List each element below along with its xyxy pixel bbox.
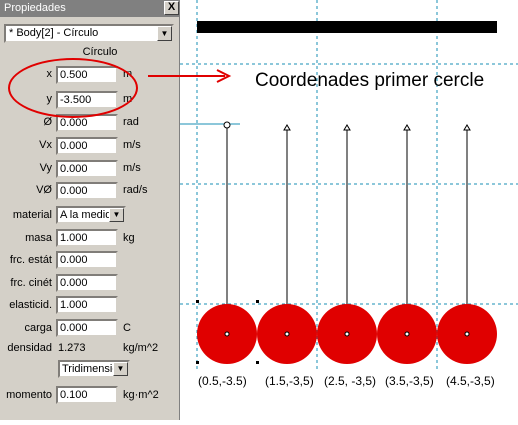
y-label: y	[46, 93, 53, 105]
coord-label-2: (1.5,-3,5)	[265, 374, 314, 388]
densidad-unit: kg/m^2	[123, 342, 159, 354]
masa-unit: kg	[123, 232, 135, 244]
carga-label: carga	[24, 322, 52, 334]
x-label: x	[46, 68, 53, 80]
close-icon: X	[167, 1, 176, 13]
x-field[interactable]: 0.500	[56, 66, 118, 84]
dimension-select[interactable]: Tridimensional ▼	[58, 360, 130, 378]
densidad-label: densidad	[7, 342, 52, 354]
carga-field[interactable]: 0.000	[56, 319, 118, 337]
vx-field[interactable]: 0.000	[56, 137, 118, 155]
close-button[interactable]: X	[164, 1, 179, 15]
vy-field[interactable]: 0.000	[56, 160, 118, 178]
angle-field[interactable]: 0.000	[56, 114, 118, 132]
pendulum-1[interactable]	[196, 121, 259, 364]
coord-label-4: (3.5,-3,5)	[385, 374, 434, 388]
angle-label: Ø	[43, 116, 52, 128]
panel-heading: Círculo	[82, 46, 118, 58]
chevron-down-icon[interactable]: ▼	[157, 26, 172, 41]
object-select[interactable]: * Body[2] - Círculo ▼	[4, 24, 174, 43]
elasticid-label: elasticid.	[9, 299, 52, 311]
vo-label: VØ	[36, 184, 52, 196]
momento-label: momento	[6, 389, 52, 401]
vx-label: Vx	[39, 139, 52, 151]
frc-cinet-label: frc. cinét	[10, 277, 52, 289]
annotation-text: Coordenades primer cercle	[255, 70, 485, 91]
momento-field[interactable]: 0.100	[56, 386, 118, 404]
angle-unit: rad	[123, 116, 139, 128]
vy-unit: m/s	[123, 162, 141, 174]
object-select-value: * Body[2] - Círculo	[9, 27, 99, 39]
pendulum-3[interactable]	[317, 124, 377, 364]
momento-unit: kg·m^2	[123, 389, 159, 401]
simulation-canvas[interactable]	[180, 0, 518, 420]
properties-panel: Propiedades X * Body[2] - Círculo ▼ Círc…	[0, 0, 180, 420]
pendulum-4[interactable]	[377, 124, 437, 364]
annotation-arrow	[148, 69, 232, 83]
vx-unit: m/s	[123, 139, 141, 151]
coord-label-1: (0.5,-3.5)	[198, 374, 247, 388]
y-unit: m	[123, 93, 133, 105]
frc-cinet-field[interactable]: 0.000	[56, 274, 118, 292]
chevron-down-icon[interactable]: ▼	[113, 362, 128, 376]
vy-label: Vy	[39, 162, 52, 174]
frc-estat-field[interactable]: 0.000	[56, 251, 118, 269]
pendulum-2[interactable]	[257, 124, 317, 364]
panel-title-bar[interactable]: Propiedades X	[0, 0, 180, 17]
material-label: material	[12, 209, 52, 221]
vo-unit: rad/s	[123, 184, 148, 196]
masa-label: masa	[25, 232, 52, 244]
vo-field[interactable]: 0.000	[56, 182, 118, 200]
densidad-value: 1.273	[58, 342, 86, 354]
canvas-drawing	[180, 0, 518, 370]
material-select[interactable]: A la medida ▼	[56, 206, 126, 224]
chevron-down-icon[interactable]: ▼	[109, 208, 124, 222]
ceiling-bar[interactable]	[197, 21, 497, 33]
coord-label-5: (4.5,-3,5)	[446, 374, 495, 388]
masa-field[interactable]: 1.000	[56, 229, 118, 247]
elasticid-field[interactable]: 1.000	[56, 296, 118, 314]
panel-title: Propiedades	[4, 2, 66, 14]
x-unit: m	[123, 68, 133, 80]
y-field[interactable]: -3.500	[56, 91, 118, 109]
carga-unit: C	[123, 322, 131, 334]
frc-estat-label: frc. estát	[9, 254, 52, 266]
coord-label-3: (2.5, -3,5)	[324, 374, 377, 388]
pendulum-5[interactable]	[437, 124, 497, 364]
